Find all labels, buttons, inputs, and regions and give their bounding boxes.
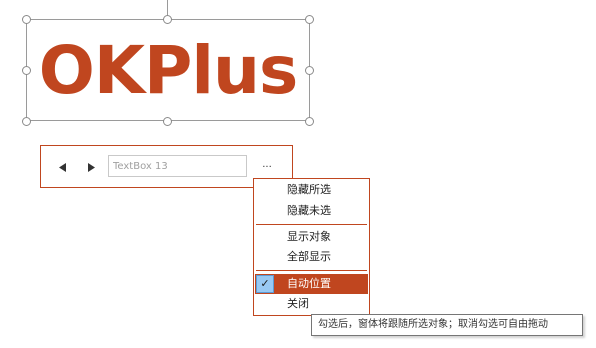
menu-item-label: 自动位置: [287, 277, 331, 290]
triangle-right-icon: [88, 162, 95, 172]
resize-handle-top[interactable]: [163, 15, 172, 24]
menu-item-label: 隐藏未选: [287, 204, 331, 217]
menu-separator: [256, 224, 367, 225]
menu-item-auto-position[interactable]: ✓ 自动位置: [255, 274, 368, 294]
menu-separator: [256, 270, 367, 271]
menu-item-hide-selected[interactable]: 隐藏所选: [255, 180, 368, 200]
menu-item-show-all[interactable]: 全部显示: [255, 247, 368, 267]
menu-item-label: 显示对象: [287, 230, 331, 243]
resize-handle-bottom-right[interactable]: [305, 117, 314, 126]
resize-handle-right[interactable]: [305, 66, 314, 75]
checkmark-icon: ✓: [256, 275, 274, 293]
next-object-button[interactable]: [85, 161, 97, 173]
tooltip: 勾选后，窗体将跟随所选对象；取消勾选可自由拖动: [311, 314, 583, 336]
triangle-left-icon: [59, 162, 66, 172]
menu-item-hide-unselected[interactable]: 隐藏未选: [255, 201, 368, 221]
okplus-logo-text[interactable]: OKPlus: [34, 24, 302, 116]
previous-object-button[interactable]: [57, 161, 69, 173]
menu-item-label: 全部显示: [287, 250, 331, 263]
object-name-input[interactable]: [108, 155, 247, 177]
more-options-button[interactable]: ...: [259, 158, 275, 172]
resize-handle-bottom[interactable]: [163, 117, 172, 126]
resize-handle-top-left[interactable]: [22, 15, 31, 24]
resize-handle-bottom-left[interactable]: [22, 117, 31, 126]
menu-item-show-objects[interactable]: 显示对象: [255, 227, 368, 247]
resize-handle-top-right[interactable]: [305, 15, 314, 24]
context-menu: 隐藏所选 隐藏未选 显示对象 全部显示 ✓ 自动位置 关闭: [253, 178, 370, 316]
resize-handle-left[interactable]: [22, 66, 31, 75]
menu-item-label: 关闭: [287, 297, 309, 310]
menu-item-close[interactable]: 关闭: [255, 294, 368, 314]
menu-item-label: 隐藏所选: [287, 183, 331, 196]
